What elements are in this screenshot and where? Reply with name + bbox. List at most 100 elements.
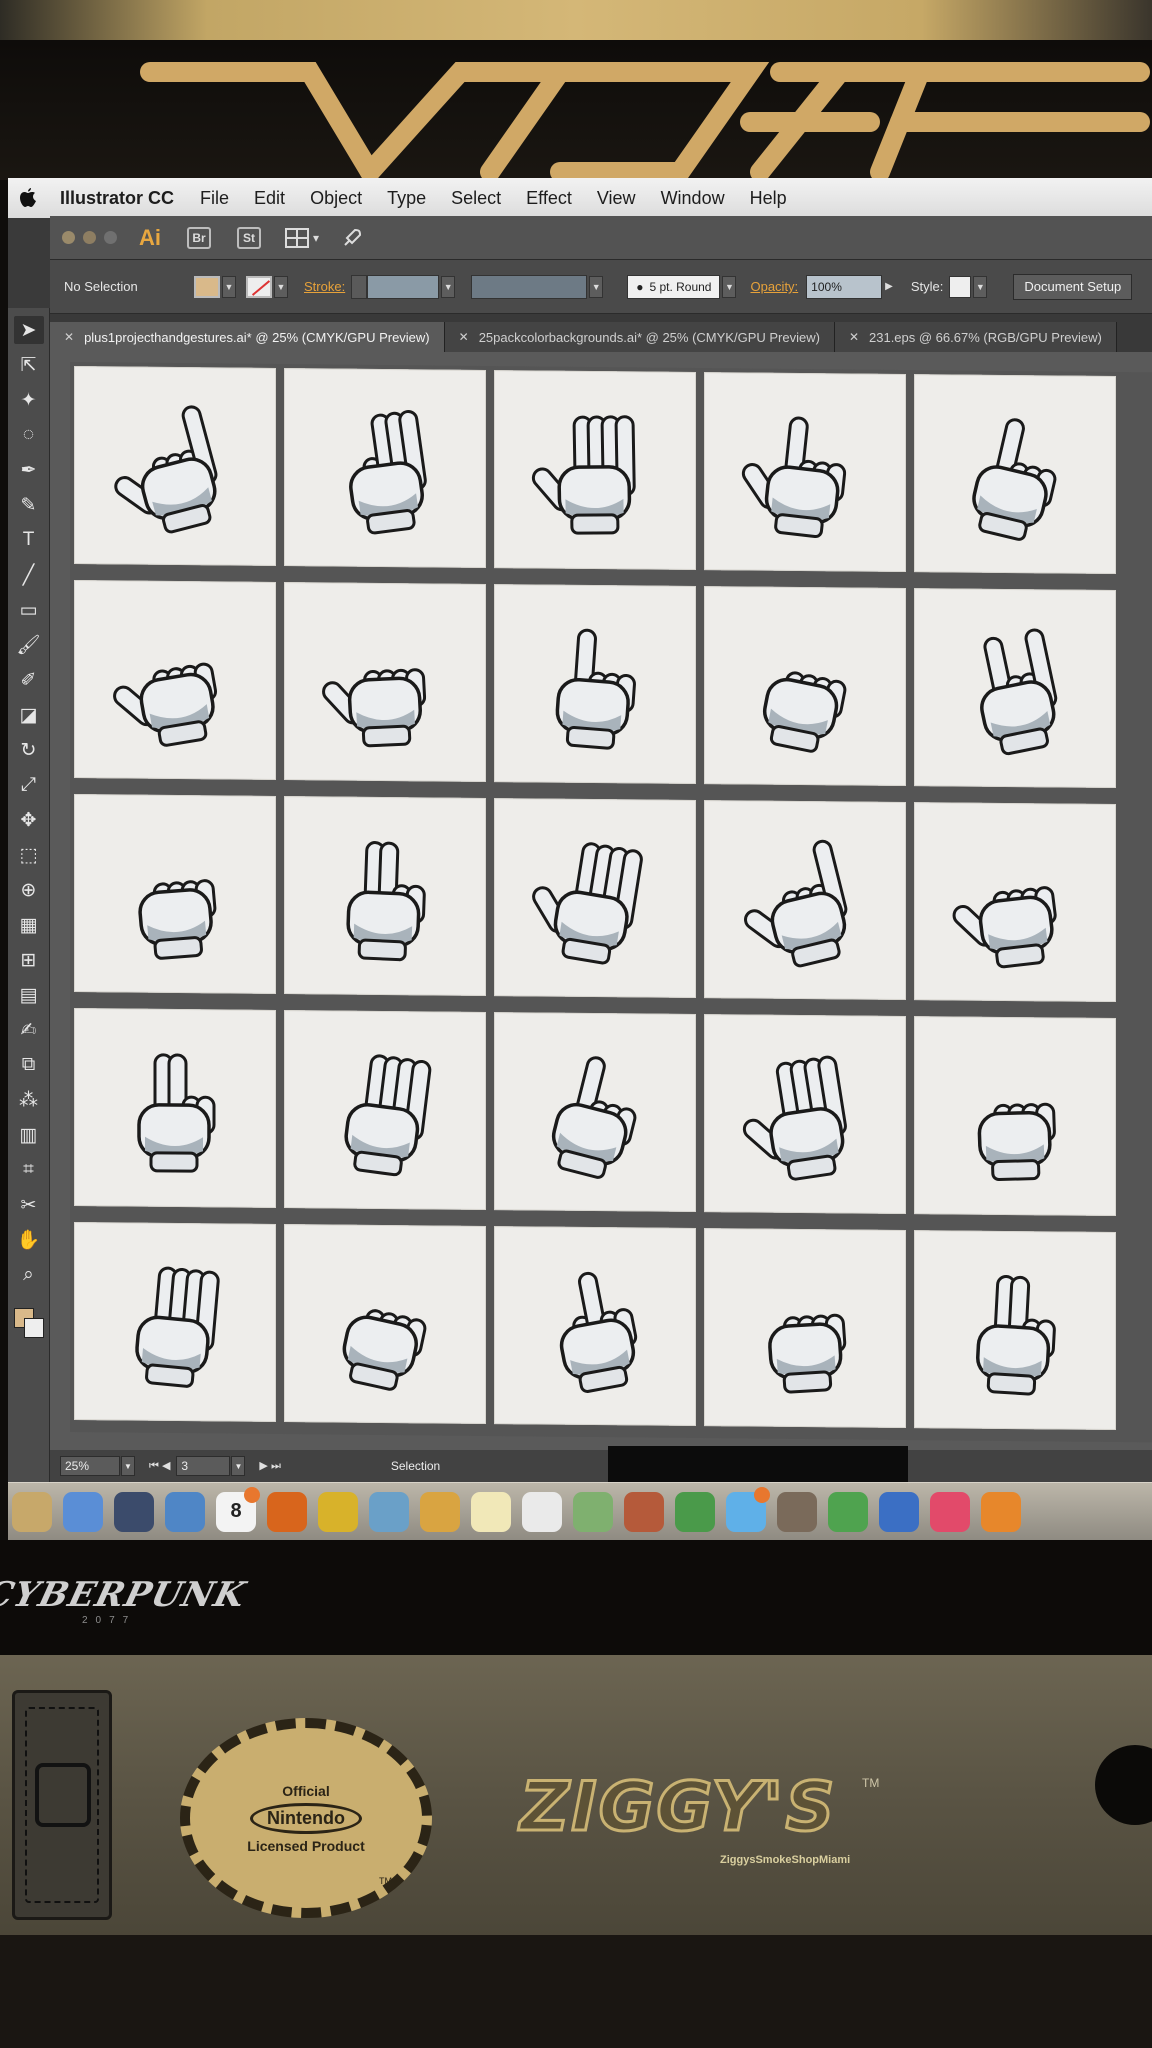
horizontal-scrollbar[interactable] <box>608 1446 908 1482</box>
bridge-button[interactable]: Br <box>187 226 211 249</box>
dock-finder-icon[interactable] <box>63 1491 103 1532</box>
shape-builder-tool-icon[interactable]: ⊕ <box>14 876 44 904</box>
paintbrush-tool-icon[interactable]: 🖌 <box>14 631 44 659</box>
hand-tool-icon[interactable]: ✋ <box>14 1226 44 1254</box>
pen-tool-icon[interactable]: ✒ <box>14 456 44 484</box>
close-window-button[interactable] <box>62 231 75 244</box>
graphic-style-swatch[interactable] <box>949 275 972 298</box>
dock-ibooks-icon[interactable] <box>981 1491 1021 1532</box>
artboard[interactable] <box>70 362 1152 1443</box>
artboard-number-field[interactable]: 3 <box>176 1456 231 1476</box>
style-dropdown-icon[interactable]: ▼ <box>973 275 988 298</box>
profile-dropdown-icon[interactable]: ▼ <box>589 275 604 298</box>
close-tab-icon[interactable]: ✕ <box>459 330 469 344</box>
gesture-cell-middle-finger[interactable] <box>494 1226 696 1427</box>
gpu-performance-icon[interactable] <box>341 227 363 249</box>
fill-stroke-widget[interactable] <box>13 1308 44 1338</box>
selection-tool-icon[interactable]: ➤ <box>13 316 44 344</box>
dock-safari-icon[interactable] <box>165 1491 205 1532</box>
close-tab-icon[interactable]: ✕ <box>849 330 859 344</box>
opacity-label[interactable]: Opacity: <box>750 279 798 294</box>
stroke-label[interactable]: Stroke: <box>304 279 345 294</box>
gesture-cell-thumbs-up[interactable] <box>284 582 486 782</box>
dock-chrome-icon[interactable] <box>318 1491 358 1532</box>
app-menu[interactable]: Illustrator CC <box>60 188 174 209</box>
stroke-color-icon[interactable] <box>23 1318 44 1338</box>
dock-preview-icon[interactable] <box>12 1491 52 1532</box>
gesture-cell-open-palm-up[interactable] <box>704 1014 906 1215</box>
mesh-tool-icon[interactable]: ⊞ <box>14 946 44 974</box>
variable-width-profile[interactable] <box>471 274 588 299</box>
gesture-cell-fist[interactable] <box>704 586 906 787</box>
dock-keynote-icon[interactable] <box>777 1491 817 1532</box>
dock-maps-icon[interactable] <box>573 1491 613 1532</box>
slice-tool-icon[interactable]: ✂ <box>14 1191 44 1219</box>
dock-numbers-icon[interactable] <box>828 1491 868 1532</box>
lasso-tool-icon[interactable]: ◌ <box>14 421 44 449</box>
magic-wand-tool-icon[interactable]: ✦ <box>14 386 44 414</box>
eraser-tool-icon[interactable]: ◪ <box>14 701 44 729</box>
dock-itunes-icon[interactable] <box>930 1491 970 1532</box>
free-transform-tool-icon[interactable]: ⬚ <box>14 841 44 869</box>
dock-notes-icon[interactable] <box>420 1491 460 1532</box>
opacity-field[interactable]: 100% <box>806 274 883 299</box>
gesture-cell-OK-sign[interactable] <box>284 368 486 568</box>
document-setup-button[interactable]: Document Setup <box>1013 273 1133 300</box>
stroke-swatch[interactable] <box>246 275 272 298</box>
gesture-cell-knocking-fist[interactable] <box>914 1016 1116 1217</box>
apple-icon[interactable] <box>18 187 38 209</box>
menu-type[interactable]: Type <box>387 188 426 209</box>
gesture-cell-raised-hand[interactable] <box>494 798 696 999</box>
gesture-cell-open-palm[interactable] <box>494 370 696 571</box>
dock-firefox-icon[interactable] <box>267 1491 307 1532</box>
gesture-cell-call-me[interactable] <box>704 800 906 1001</box>
gesture-cell-L-sign[interactable] <box>74 366 276 566</box>
gesture-cell-handshake[interactable] <box>704 372 906 573</box>
gesture-cell-thumbs-up-motion[interactable] <box>914 802 1116 1003</box>
dock-launchpad-icon[interactable] <box>114 1491 154 1532</box>
fill-dropdown-icon[interactable]: ▼ <box>222 275 236 298</box>
curvature-tool-icon[interactable]: ✎ <box>14 491 44 519</box>
gesture-cell-pointing-sideways[interactable] <box>284 796 486 996</box>
dock-facetime-icon[interactable] <box>675 1491 715 1532</box>
dock-bugs-icon[interactable] <box>624 1491 664 1532</box>
gesture-cell-index-finger-up[interactable] <box>494 584 696 785</box>
artboard-next-last-icon[interactable]: ▶ ⏭ <box>259 1459 280 1473</box>
dock-photos-icon[interactable] <box>369 1491 409 1532</box>
tab-231-eps[interactable]: ✕ 231.eps @ 66.67% (RGB/GPU Preview) <box>834 322 1117 352</box>
artboard-first-prev-icon[interactable]: ⏮ ◀ <box>149 1459 170 1473</box>
menu-effect[interactable]: Effect <box>526 188 572 209</box>
eyedropper-tool-icon[interactable]: ✍ <box>14 1016 44 1044</box>
fill-swatch[interactable] <box>194 275 220 298</box>
menu-select[interactable]: Select <box>451 188 501 209</box>
minimize-window-button[interactable] <box>83 231 96 244</box>
zoom-window-button[interactable] <box>104 231 117 244</box>
tab-colorbackgrounds[interactable]: ✕ 25packcolorbackgrounds.ai* @ 25% (CMYK… <box>444 322 835 352</box>
gesture-cell-thumbs-up-side[interactable] <box>74 580 276 780</box>
zoom-dropdown-icon[interactable]: ▼ <box>121 1456 135 1476</box>
shaper-tool-icon[interactable]: ✐ <box>14 666 44 694</box>
menu-edit[interactable]: Edit <box>254 188 285 209</box>
dock-stickies-icon[interactable] <box>471 1491 511 1532</box>
tab-handgestures[interactable]: ✕ plus1projecthandgestures.ai* @ 25% (CM… <box>50 322 445 352</box>
gradient-tool-icon[interactable]: ▤ <box>14 981 44 1009</box>
arrange-documents-button[interactable]: ▾ <box>285 227 319 248</box>
canvas-area[interactable] <box>50 352 1152 1450</box>
gesture-cell-rock-on[interactable] <box>914 588 1116 789</box>
rectangle-tool-icon[interactable]: ▭ <box>14 596 44 624</box>
puppet-warp-tool-icon[interactable]: ✥ <box>14 806 44 834</box>
gesture-cell-peace-sign[interactable] <box>74 1008 276 1208</box>
stroke-weight-dropdown-icon[interactable]: ▼ <box>441 275 456 298</box>
menu-window[interactable]: Window <box>661 188 725 209</box>
type-tool-icon[interactable]: T <box>14 526 44 554</box>
opacity-slider-icon[interactable]: ▶ <box>885 281 893 292</box>
stroke-weight-stepper[interactable] <box>351 274 368 299</box>
gesture-cell-peace-sign-back[interactable] <box>914 1230 1116 1431</box>
menu-file[interactable]: File <box>200 188 229 209</box>
gesture-cell-counting-four[interactable] <box>284 1010 486 1210</box>
stroke-weight-field[interactable] <box>367 274 440 299</box>
zoom-level-field[interactable]: 25% <box>60 1456 120 1476</box>
zoom-tool-icon[interactable]: ⌕ <box>14 1261 44 1289</box>
dock-keynote-presenter-icon[interactable] <box>879 1491 919 1532</box>
line-segment-tool-icon[interactable]: ╱ <box>14 561 44 589</box>
